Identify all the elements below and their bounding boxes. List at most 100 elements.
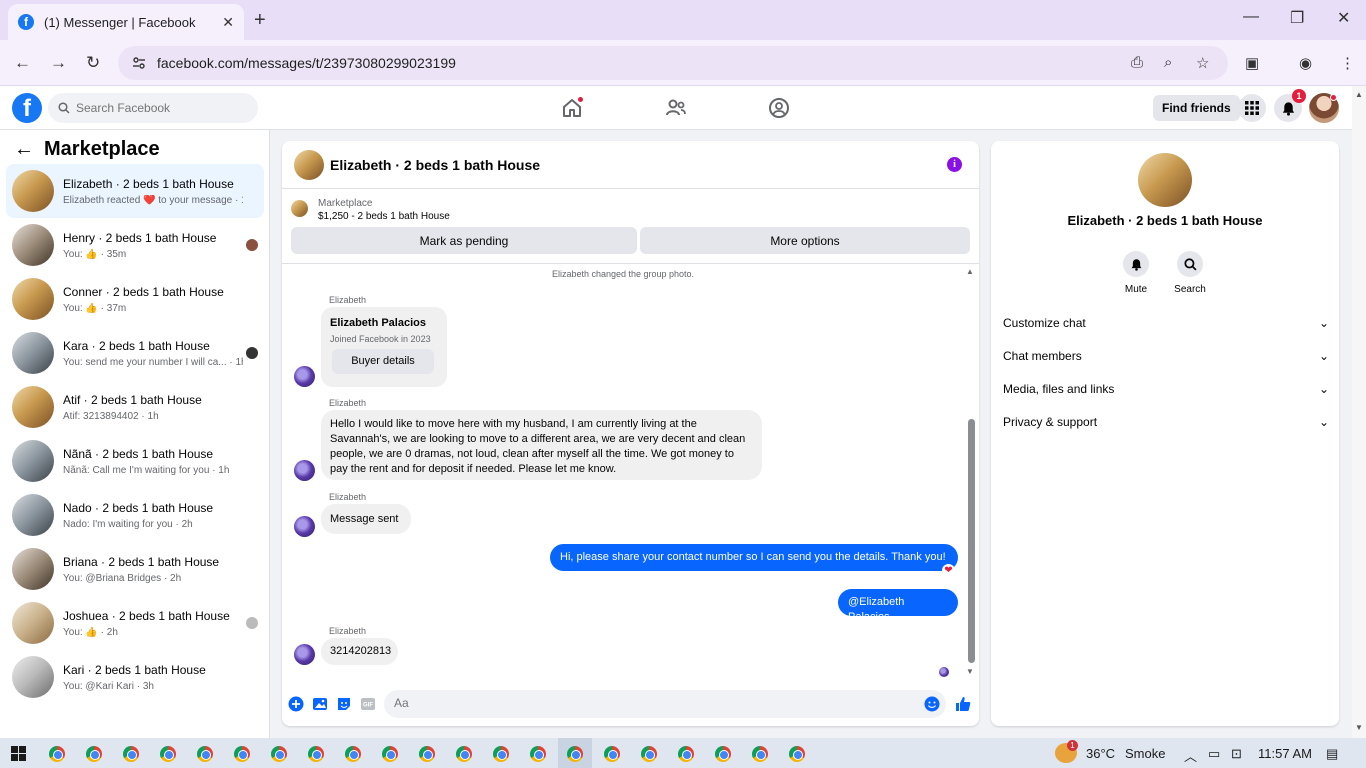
chrome-app-icon[interactable]: [678, 746, 694, 762]
sender-avatar[interactable]: [294, 644, 315, 665]
emoji-icon[interactable]: [924, 696, 940, 712]
chrome-app-icon[interactable]: [86, 746, 102, 762]
chrome-app-icon[interactable]: [308, 746, 324, 762]
chrome-app-icon[interactable]: [567, 746, 583, 762]
restore-icon[interactable]: ❐: [1290, 8, 1304, 28]
chrome-app-icon[interactable]: [345, 746, 361, 762]
install-app-icon[interactable]: ⎙: [1131, 54, 1143, 71]
chrome-app-icon[interactable]: [604, 746, 620, 762]
facebook-search[interactable]: [48, 93, 258, 123]
thumbs-up-icon[interactable]: [954, 695, 972, 713]
conversation-item[interactable]: Nãnã · 2 beds 1 bath House Nãnã: Call me …: [6, 434, 264, 488]
battery-icon[interactable]: ▭: [1208, 746, 1220, 762]
zoom-icon[interactable]: ⌕: [1164, 54, 1172, 71]
close-tab-icon[interactable]: ✕: [222, 14, 234, 31]
scroll-down-icon[interactable]: ▼: [1355, 723, 1363, 732]
buyer-details-button[interactable]: Buyer details: [332, 349, 434, 374]
groups-icon[interactable]: [767, 96, 791, 120]
conversation-item[interactable]: Joshuea · 2 beds 1 bath House You: 👍 · 2h: [6, 596, 264, 650]
temperature[interactable]: 36°C: [1086, 746, 1115, 761]
notification-center-icon[interactable]: ▤: [1326, 746, 1338, 762]
privacy-support-row[interactable]: Privacy & support ⌄: [1003, 412, 1329, 432]
weather-condition[interactable]: Smoke: [1125, 746, 1165, 761]
site-settings-icon[interactable]: [132, 56, 146, 70]
conversation-item[interactable]: Elizabeth · 2 beds 1 bath House Elizabeth…: [6, 164, 264, 218]
facebook-logo-icon[interactable]: f: [12, 93, 42, 123]
chrome-app-icon[interactable]: [123, 746, 139, 762]
network-icon[interactable]: ⊡: [1231, 746, 1242, 762]
friends-icon[interactable]: [664, 96, 688, 120]
search-conversation-button[interactable]: Search: [1160, 251, 1220, 295]
close-window-icon[interactable]: ✕: [1337, 8, 1350, 28]
scroll-thumb[interactable]: [968, 419, 975, 663]
conversation-item[interactable]: Kara · 2 beds 1 bath House You: send me y…: [6, 326, 264, 380]
chrome-app-icon[interactable]: [752, 746, 768, 762]
message-input[interactable]: [394, 696, 894, 710]
sender-name: Elizabeth: [329, 492, 367, 502]
chrome-app-icon[interactable]: [234, 746, 250, 762]
sender-avatar[interactable]: [294, 366, 315, 387]
reload-icon[interactable]: ↻: [86, 53, 100, 73]
chat-members-row[interactable]: Chat members ⌄: [1003, 346, 1329, 366]
back-arrow-icon[interactable]: ←: [14, 138, 34, 161]
scroll-down-icon[interactable]: ▼: [966, 667, 974, 676]
sender-avatar[interactable]: [294, 460, 315, 481]
sticker-icon[interactable]: [336, 696, 352, 712]
chrome-app-icon[interactable]: [641, 746, 657, 762]
chrome-app-icon[interactable]: [789, 746, 805, 762]
clock[interactable]: 11:57 AM: [1258, 746, 1312, 761]
mute-button[interactable]: Mute: [1106, 251, 1166, 295]
gif-icon[interactable]: GIF: [360, 696, 376, 712]
media-files-links-row[interactable]: Media, files and links ⌄: [1003, 379, 1329, 399]
omnibox[interactable]: facebook.com/messages/t/2397308029902319…: [118, 46, 1228, 80]
mark-as-pending-button[interactable]: Mark as pending: [291, 227, 637, 254]
listing-thumbnail[interactable]: [291, 200, 308, 217]
chrome-app-icon[interactable]: [456, 746, 472, 762]
minimize-icon[interactable]: —: [1243, 8, 1259, 26]
new-tab-icon[interactable]: +: [254, 9, 266, 32]
chrome-app-icon[interactable]: [271, 746, 287, 762]
add-plus-icon[interactable]: [288, 696, 304, 712]
conversation-item[interactable]: Conner · 2 beds 1 bath House You: 👍 · 37m: [6, 272, 264, 326]
chrome-app-icon[interactable]: [197, 746, 213, 762]
profile-icon[interactable]: ◉: [1299, 54, 1312, 72]
chrome-app-icon[interactable]: [530, 746, 546, 762]
sender-avatar[interactable]: [294, 516, 315, 537]
chrome-app-icon[interactable]: [419, 746, 435, 762]
conversation-item[interactable]: Briana · 2 beds 1 bath House You: @Briana…: [6, 542, 264, 596]
scroll-up-icon[interactable]: ▲: [1355, 90, 1363, 99]
conversation-item[interactable]: Nado · 2 beds 1 bath House Nado: I'm wait…: [6, 488, 264, 542]
browser-tab[interactable]: f (1) Messenger | Facebook ✕: [8, 4, 244, 40]
more-options-button[interactable]: More options: [640, 227, 970, 254]
info-icon[interactable]: i: [947, 157, 962, 172]
search-input[interactable]: [76, 101, 246, 115]
conversation-item[interactable]: Kari · 2 beds 1 bath House You: @Kari Kar…: [6, 650, 264, 704]
forward-icon[interactable]: →: [50, 53, 67, 73]
scroll-up-icon[interactable]: ▲: [966, 267, 974, 276]
chrome-app-icon[interactable]: [715, 746, 731, 762]
chrome-app-icon[interactable]: [49, 746, 65, 762]
back-icon[interactable]: ←: [14, 53, 31, 73]
tab-search-icon[interactable]: ▣: [1245, 54, 1259, 72]
page-scrollbar[interactable]: ▲ ▼: [1352, 86, 1366, 738]
thread-scrollbar[interactable]: ▲ ▼: [966, 267, 976, 677]
conversation-item[interactable]: Henry · 2 beds 1 bath House You: 👍 · 35m: [6, 218, 264, 272]
menu-kebab-icon[interactable]: ⋮: [1340, 54, 1355, 72]
show-hidden-icons-icon[interactable]: ︿: [1184, 746, 1197, 765]
find-friends-button[interactable]: Find friends: [1153, 95, 1240, 121]
customize-chat-row[interactable]: Customize chat ⌄: [1003, 313, 1329, 333]
avatar[interactable]: [1138, 153, 1192, 207]
listing-price[interactable]: $1,250 - 2 beds 1 bath House: [318, 211, 450, 222]
photo-icon[interactable]: [312, 696, 328, 712]
chrome-app-icon[interactable]: [382, 746, 398, 762]
heart-reaction-icon[interactable]: ❤: [942, 564, 955, 577]
conversation-item[interactable]: Atif · 2 beds 1 bath House Atif: 32138944…: [6, 380, 264, 434]
chat-title[interactable]: Elizabeth · 2 beds 1 bath House: [330, 157, 540, 173]
menu-grid-button[interactable]: [1238, 94, 1266, 122]
bookmark-star-icon[interactable]: ☆: [1196, 54, 1209, 72]
chrome-app-icon[interactable]: [493, 746, 509, 762]
message-input-box[interactable]: [384, 690, 946, 718]
avatar[interactable]: [294, 149, 324, 180]
windows-start-icon[interactable]: [11, 746, 26, 761]
chrome-app-icon[interactable]: [160, 746, 176, 762]
